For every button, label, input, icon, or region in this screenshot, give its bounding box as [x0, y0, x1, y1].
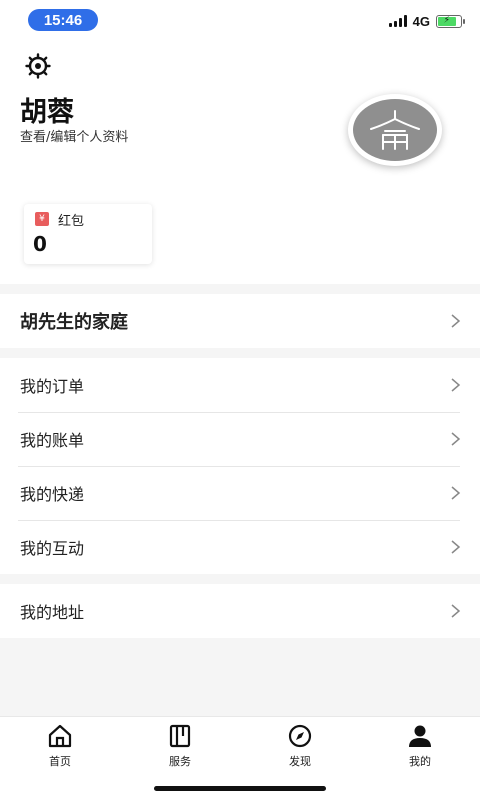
person-icon — [409, 725, 431, 747]
status-bar: 15:46 4G ⚡ — [0, 0, 480, 40]
chevron-right-icon — [451, 378, 461, 392]
book-icon — [169, 724, 191, 748]
menu-item-orders[interactable]: 我的订单 — [0, 358, 480, 412]
profile-section: 胡蓉 查看/编辑个人资料 ¥ 红包 0 — [0, 40, 480, 284]
chevron-right-icon — [451, 314, 461, 328]
status-indicators: 4G ⚡ — [388, 12, 465, 30]
network-type: 4G — [412, 13, 430, 29]
tab-mine[interactable]: 我的 — [360, 723, 480, 771]
home-icon — [48, 724, 72, 748]
red-packet-value: 0 — [33, 232, 47, 256]
tab-label: 发现 — [289, 755, 311, 768]
avatar-glyph-icon — [370, 110, 420, 150]
family-label: 胡先生的家庭 — [20, 312, 128, 333]
battery-icon: ⚡ — [436, 14, 465, 28]
address-label: 我的地址 — [20, 603, 85, 622]
chevron-right-icon — [451, 604, 461, 618]
family-section: 胡先生的家庭 — [0, 294, 480, 348]
family-row[interactable]: 胡先生的家庭 — [0, 294, 480, 348]
tab-label: 首页 — [49, 755, 71, 768]
status-time: 15:46 — [28, 9, 98, 31]
address-section: 我的地址 — [0, 584, 480, 638]
tab-label: 服务 — [169, 755, 191, 768]
chevron-right-icon — [451, 540, 461, 554]
menu-item-deliveries[interactable]: 我的快递 — [0, 466, 480, 520]
menu-item-label: 我的互动 — [20, 539, 85, 558]
menu-item-label: 我的账单 — [20, 431, 85, 450]
red-packet-label: 红包 — [58, 214, 85, 229]
tab-discover[interactable]: 发现 — [240, 723, 360, 771]
gear-icon[interactable] — [24, 52, 52, 80]
tab-services[interactable]: 服务 — [120, 723, 240, 771]
signal-icon — [388, 15, 407, 27]
avatar[interactable] — [348, 94, 442, 166]
yen-icon: ¥ — [35, 212, 49, 226]
red-packet-card[interactable]: ¥ 红包 0 — [24, 204, 152, 264]
menu-item-label: 我的订单 — [20, 377, 85, 396]
chevron-right-icon — [451, 486, 461, 500]
menu-item-label: 我的快递 — [20, 485, 85, 504]
compass-icon — [288, 724, 312, 748]
menu-item-bills[interactable]: 我的账单 — [0, 412, 480, 466]
chevron-right-icon — [451, 432, 461, 446]
user-name: 胡蓉 — [20, 97, 74, 128]
home-indicator — [154, 786, 326, 791]
menu-item-interactions[interactable]: 我的互动 — [0, 520, 480, 574]
tab-home[interactable]: 首页 — [0, 723, 120, 771]
edit-profile-link[interactable]: 查看/编辑个人资料 — [20, 126, 128, 145]
tab-label: 我的 — [409, 755, 431, 768]
menu-section: 我的订单 我的账单 我的快递 我的互动 — [0, 358, 480, 574]
menu-item-address[interactable]: 我的地址 — [0, 584, 480, 638]
